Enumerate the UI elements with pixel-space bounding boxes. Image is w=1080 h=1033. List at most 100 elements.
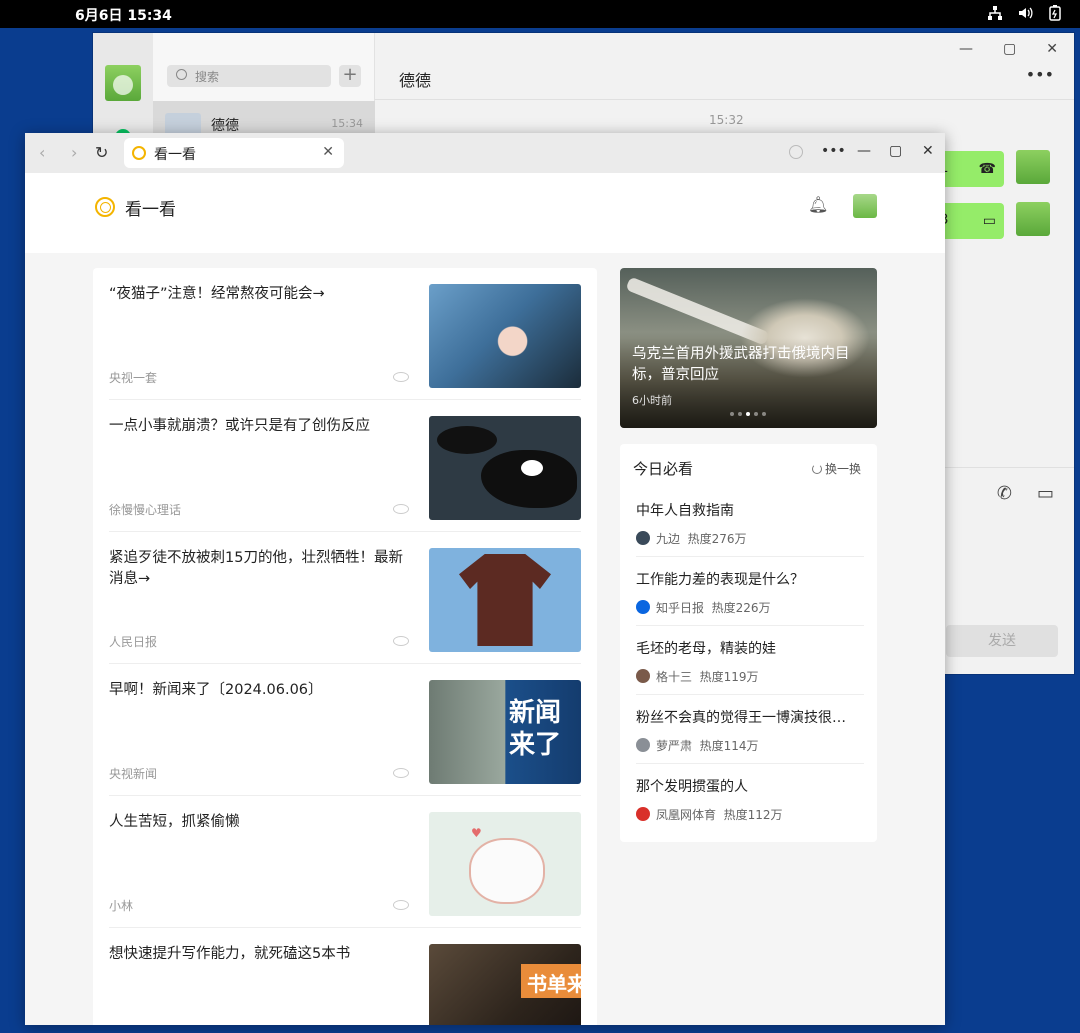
view-count-icon	[393, 372, 409, 382]
source-avatar	[636, 531, 650, 545]
system-tray	[986, 4, 1064, 22]
bell-icon[interactable]: 🔔︎	[808, 195, 828, 214]
page-title: 看一看	[125, 200, 176, 220]
search-placeholder: 搜索	[195, 70, 220, 84]
network-icon[interactable]	[986, 4, 1004, 22]
battery-icon[interactable]	[1046, 4, 1064, 22]
article-title: 一点小事就崩溃？或许只是有了创伤反应	[109, 418, 370, 434]
heart-icon: ♥	[471, 826, 482, 840]
more-icon[interactable]: •••	[821, 143, 846, 159]
item-meta: 凤凰网体育 热度112万	[656, 808, 783, 822]
source-avatar	[636, 600, 650, 614]
item-meta: 萝严肃 热度114万	[656, 739, 759, 753]
article-title: 人生苦短，抓紧偷懒	[109, 814, 240, 830]
phone-hangup-icon: ☎	[978, 161, 996, 177]
item-title: 那个发明掼蛋的人	[636, 779, 748, 795]
article-source: 央视新闻	[109, 767, 158, 781]
browser-window: ‹ › ↻ 看一看 ✕ ••• — ▢ ✕ 看一看 🔔︎ “夜猫子”注意！经常熬…	[25, 133, 945, 1025]
chat-header-divider	[375, 99, 1074, 100]
article-thumbnail	[429, 548, 581, 652]
self-avatar[interactable]	[1016, 202, 1050, 236]
chat-title: 德德	[399, 71, 432, 90]
article-thumbnail	[429, 416, 581, 520]
wechat-user-avatar[interactable]	[105, 65, 141, 101]
article-source: 小林	[109, 899, 134, 913]
globe-icon[interactable]	[789, 145, 803, 159]
chat-timestamp: 15:32	[709, 113, 744, 127]
reload-icon[interactable]: ↻	[95, 143, 108, 162]
tab-close-icon[interactable]: ✕	[322, 144, 334, 160]
browser-tab-bar: ‹ › ↻ 看一看 ✕ ••• — ▢ ✕	[25, 133, 945, 173]
contact-time: 15:34	[331, 117, 363, 130]
must-read-item[interactable]: 中年人自救指南 九边 热度276万	[636, 488, 864, 557]
volume-icon[interactable]	[1016, 4, 1034, 22]
item-meta: 九边 热度276万	[656, 532, 747, 546]
forward-icon[interactable]: ›	[71, 143, 77, 162]
article-feed: “夜猫子”注意！经常熬夜可能会→ 央视一套 一点小事就崩溃？或许只是有了创伤反应…	[93, 268, 597, 1025]
close-button[interactable]: ✕	[922, 143, 934, 159]
featured-carousel[interactable]: 乌克兰首用外援武器打击俄境内目标，普京回应 6小时前	[620, 268, 877, 428]
must-read-item[interactable]: 那个发明掼蛋的人 凤凰网体育 热度112万	[636, 764, 864, 833]
tab-label: 看一看	[154, 147, 196, 163]
add-button[interactable]: +	[339, 65, 361, 87]
minimize-button[interactable]: —	[857, 143, 871, 159]
must-read-panel: 今日必看 换一换 中年人自救指南 九边 热度276万 工作能力差的表现是什么？ …	[620, 444, 877, 842]
featured-title: 乌克兰首用外援武器打击俄境内目标，普京回应	[632, 346, 850, 383]
item-title: 中年人自救指南	[636, 503, 734, 519]
send-button[interactable]: 发送	[946, 625, 1058, 657]
kanyikan-logo-icon	[95, 197, 115, 217]
video-call-icon[interactable]: ▭	[1037, 483, 1054, 504]
refresh-label: 换一换	[824, 462, 861, 476]
view-count-icon	[393, 504, 409, 514]
article-title: 紧追歹徒不放被刺15刀的他，壮烈牺牲！最新消息→	[109, 550, 403, 587]
wechat-search-input[interactable]: 搜索	[167, 65, 331, 87]
featured-time: 6小时前	[632, 394, 672, 407]
refresh-button[interactable]: 换一换	[811, 460, 861, 477]
system-clock[interactable]: 6月6日 15:34	[75, 5, 172, 25]
contact-name: 德德	[211, 118, 239, 134]
more-icon[interactable]: •••	[1026, 65, 1054, 84]
item-title: 工作能力差的表现是什么？	[636, 572, 804, 588]
article-source: 人民日报	[109, 635, 158, 649]
browser-tab[interactable]: 看一看 ✕	[124, 138, 344, 168]
must-read-item[interactable]: 粉丝不会真的觉得王一博演技很… 萝严肃 热度114万	[636, 695, 864, 764]
video-call-icon: ▭	[982, 213, 996, 229]
system-top-bar: 6月6日 15:34	[0, 0, 1080, 28]
minimize-button[interactable]: —	[959, 41, 973, 57]
view-count-icon	[393, 636, 409, 646]
article-item[interactable]: 紧追歹徒不放被刺15刀的他，壮烈牺牲！最新消息→ 人民日报	[109, 532, 581, 664]
article-title: 早啊！新闻来了〔2024.06.06〕	[109, 682, 323, 698]
page-header: 看一看 🔔︎	[25, 173, 945, 253]
wechat-window-controls: — ▢ ✕	[959, 41, 1058, 57]
avatar[interactable]	[853, 194, 877, 218]
self-avatar[interactable]	[1016, 150, 1050, 184]
must-read-item[interactable]: 毛坯的老母，精装的娃 格十三 热度119万	[636, 626, 864, 695]
maximize-button[interactable]: ▢	[889, 143, 902, 159]
article-thumbnail	[429, 284, 581, 388]
source-avatar	[636, 669, 650, 683]
search-icon	[176, 69, 187, 80]
source-avatar	[636, 738, 650, 752]
item-title: 毛坯的老母，精装的娃	[636, 641, 776, 657]
must-read-item[interactable]: 工作能力差的表现是什么？ 知乎日报 热度226万	[636, 557, 864, 626]
close-button[interactable]: ✕	[1046, 41, 1058, 57]
item-title: 粉丝不会真的觉得王一博演技很…	[636, 710, 846, 726]
article-thumbnail: 新闻 来了	[429, 680, 581, 784]
article-item[interactable]: “夜猫子”注意！经常熬夜可能会→ 央视一套	[109, 268, 581, 400]
view-count-icon	[393, 768, 409, 778]
view-count-icon	[393, 900, 409, 910]
voice-call-icon[interactable]: ✆	[997, 483, 1012, 504]
back-icon[interactable]: ‹	[39, 143, 45, 162]
article-item[interactable]: 一点小事就崩溃？或许只是有了创伤反应 徐慢慢心理话	[109, 400, 581, 532]
article-item[interactable]: 早啊！新闻来了〔2024.06.06〕 央视新闻 新闻 来了	[109, 664, 581, 796]
item-meta: 格十三 热度119万	[656, 670, 759, 684]
item-meta: 知乎日报 热度226万	[656, 601, 771, 615]
article-item[interactable]: 想快速提升写作能力，就死磕这5本书 书单来	[109, 928, 581, 1025]
carousel-dots	[730, 412, 766, 416]
article-title: 想快速提升写作能力，就死磕这5本书	[109, 946, 351, 962]
panel-title: 今日必看	[633, 460, 694, 478]
article-title: “夜猫子”注意！经常熬夜可能会→	[109, 286, 325, 302]
maximize-button[interactable]: ▢	[1003, 41, 1016, 57]
article-item[interactable]: 人生苦短，抓紧偷懒 小林 ♥	[109, 796, 581, 928]
kanyikan-icon	[132, 146, 146, 160]
